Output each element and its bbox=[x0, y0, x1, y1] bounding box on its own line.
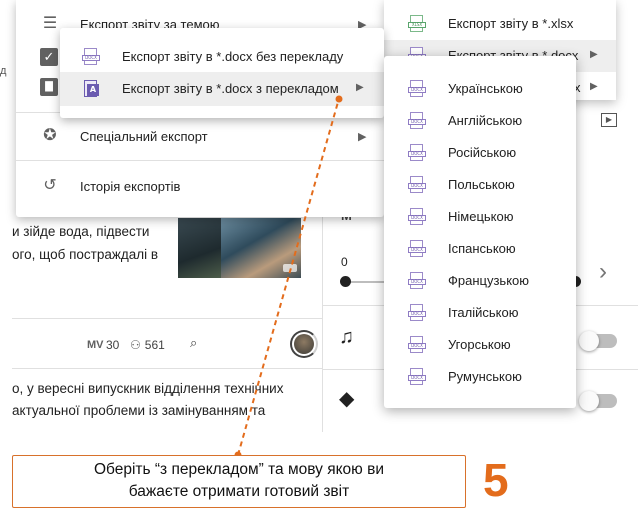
menu-item-special-export[interactable]: ✪ Спеціальний експорт ▶ bbox=[16, 116, 384, 156]
docx-file-icon: DOCX bbox=[408, 240, 426, 258]
docx-file-icon: DOCX bbox=[408, 112, 426, 130]
step-number: 5 bbox=[483, 454, 509, 506]
menu-item-label: Експорт звіту в *.docx з перекладом bbox=[122, 81, 339, 96]
language-item[interactable]: DOCX Німецькою bbox=[384, 200, 576, 232]
menu-item-docx-no-translation[interactable]: DOCX Експорт звіту в *.docx без переклад… bbox=[60, 40, 384, 74]
language-label: Українською bbox=[448, 81, 523, 96]
docx-file-icon: DOCX bbox=[408, 272, 426, 290]
video-icon[interactable]: ▶ bbox=[601, 113, 617, 127]
toggle-switch[interactable] bbox=[579, 331, 617, 351]
avatar[interactable] bbox=[294, 334, 314, 354]
language-label: Польською bbox=[448, 177, 515, 192]
watermark bbox=[283, 264, 297, 272]
star-icon: ✪ bbox=[43, 127, 57, 144]
slider-start-label: 0 bbox=[341, 255, 348, 269]
language-label: Французькою bbox=[448, 273, 530, 288]
language-label: Італійською bbox=[448, 305, 519, 320]
callout-text-line1: Оберіть “з перекладом” та мову якою ви bbox=[93, 461, 385, 478]
mv-value: 30 bbox=[106, 338, 120, 352]
music-note-icon: ♫ bbox=[339, 326, 354, 348]
people-icon: ⚇ bbox=[130, 338, 141, 352]
docx-file-icon: DOCX bbox=[408, 208, 426, 226]
article-text: о, у вересні випускник відділення техніч… bbox=[12, 381, 284, 418]
audience-count: ⚇ 561 bbox=[130, 338, 165, 352]
language-label: Іспанською bbox=[448, 241, 516, 256]
language-item[interactable]: DOCX Англійською bbox=[384, 104, 576, 136]
callout-text-line2: бажаєте отримати готовий звіт bbox=[128, 483, 350, 500]
docx-file-icon: DOCX bbox=[408, 336, 426, 354]
article-photo[interactable] bbox=[221, 218, 301, 278]
language-item[interactable]: DOCX Французькою bbox=[384, 264, 576, 296]
chevron-right-icon: ▶ bbox=[590, 81, 598, 92]
history-icon: ↺ bbox=[43, 177, 57, 194]
language-label: Німецькою bbox=[448, 209, 514, 224]
language-item[interactable]: DOCX Італійською bbox=[384, 296, 576, 328]
article-photo[interactable] bbox=[178, 218, 221, 278]
translate-file-icon: A bbox=[82, 80, 100, 98]
search-document-icon[interactable]: ⌕ bbox=[190, 335, 206, 351]
menu-item-label: Історія експортів bbox=[80, 178, 181, 194]
docx-export-submenu: DOCX Експорт звіту в *.docx без переклад… bbox=[60, 28, 384, 118]
language-label: Угорською bbox=[448, 337, 511, 352]
background-fragment: д bbox=[0, 65, 7, 77]
bar-chart-icon[interactable]: ▇ bbox=[40, 78, 58, 96]
language-item[interactable]: DOCX Українською bbox=[384, 72, 576, 104]
menu-item-docx-with-translation[interactable]: A Експорт звіту в *.docx з перекладом ▶ bbox=[60, 72, 384, 106]
docx-file-icon: DOCX bbox=[408, 144, 426, 162]
checkbox-icon[interactable]: ✓ bbox=[40, 48, 58, 66]
menu-separator bbox=[16, 160, 384, 161]
article-stats: MV 30 ⚇ 561 ⌕ bbox=[12, 322, 322, 366]
language-label: Російською bbox=[448, 145, 517, 160]
chevron-right-icon: ▶ bbox=[356, 82, 364, 93]
menu-item-export-history[interactable]: ↺ Історія експортів bbox=[16, 166, 384, 206]
chevron-right-icon[interactable]: › bbox=[599, 258, 607, 286]
divider bbox=[12, 368, 322, 369]
docx-file-icon: DOCX bbox=[408, 368, 426, 386]
audience-value: 561 bbox=[144, 338, 165, 352]
slider-handle-start[interactable] bbox=[340, 276, 351, 287]
menu-item-label: Експорт звіту в *.docx без перекладу bbox=[122, 49, 344, 64]
language-label: Румунською bbox=[448, 369, 522, 384]
article-text: и зійде вода, підвести ого, щоб постражд… bbox=[12, 224, 159, 262]
instruction-callout: Оберіть “з перекладом” та мову якою ви б… bbox=[12, 455, 466, 508]
mv-label: MV bbox=[87, 339, 104, 351]
menu-item-export-xlsx[interactable]: XLSX Експорт звіту в *.xlsx bbox=[384, 8, 616, 40]
list-icon: ☰ bbox=[42, 15, 58, 32]
language-item[interactable]: DOCX Угорською bbox=[384, 328, 576, 360]
chevron-right-icon: ▶ bbox=[358, 130, 367, 143]
docx-file-icon: DOCX bbox=[82, 48, 100, 66]
xlsx-file-icon: XLSX bbox=[408, 15, 426, 33]
docx-file-icon: DOCX bbox=[408, 176, 426, 194]
language-item[interactable]: DOCX Польською bbox=[384, 168, 576, 200]
chevron-right-icon: ▶ bbox=[590, 49, 598, 60]
toggle-knob bbox=[579, 331, 599, 351]
language-item[interactable]: DOCX Румунською bbox=[384, 360, 576, 392]
docx-file-icon: DOCX bbox=[408, 304, 426, 322]
toggle-switch[interactable] bbox=[579, 391, 617, 411]
language-item[interactable]: DOCX Російською bbox=[384, 136, 576, 168]
divider bbox=[12, 318, 322, 319]
docx-file-icon: DOCX bbox=[408, 80, 426, 98]
language-submenu: DOCX Українською DOCX Англійською DOCX Російс… bbox=[384, 56, 576, 408]
language-item[interactable]: DOCX Іспанською bbox=[384, 232, 576, 264]
toggle-knob bbox=[579, 391, 599, 411]
tag-icon: ◆ bbox=[339, 388, 355, 410]
language-label: Англійською bbox=[448, 113, 523, 128]
menu-item-label: Експорт звіту в *.xlsx bbox=[448, 16, 574, 31]
menu-item-label: Спеціальний експорт bbox=[80, 128, 208, 144]
